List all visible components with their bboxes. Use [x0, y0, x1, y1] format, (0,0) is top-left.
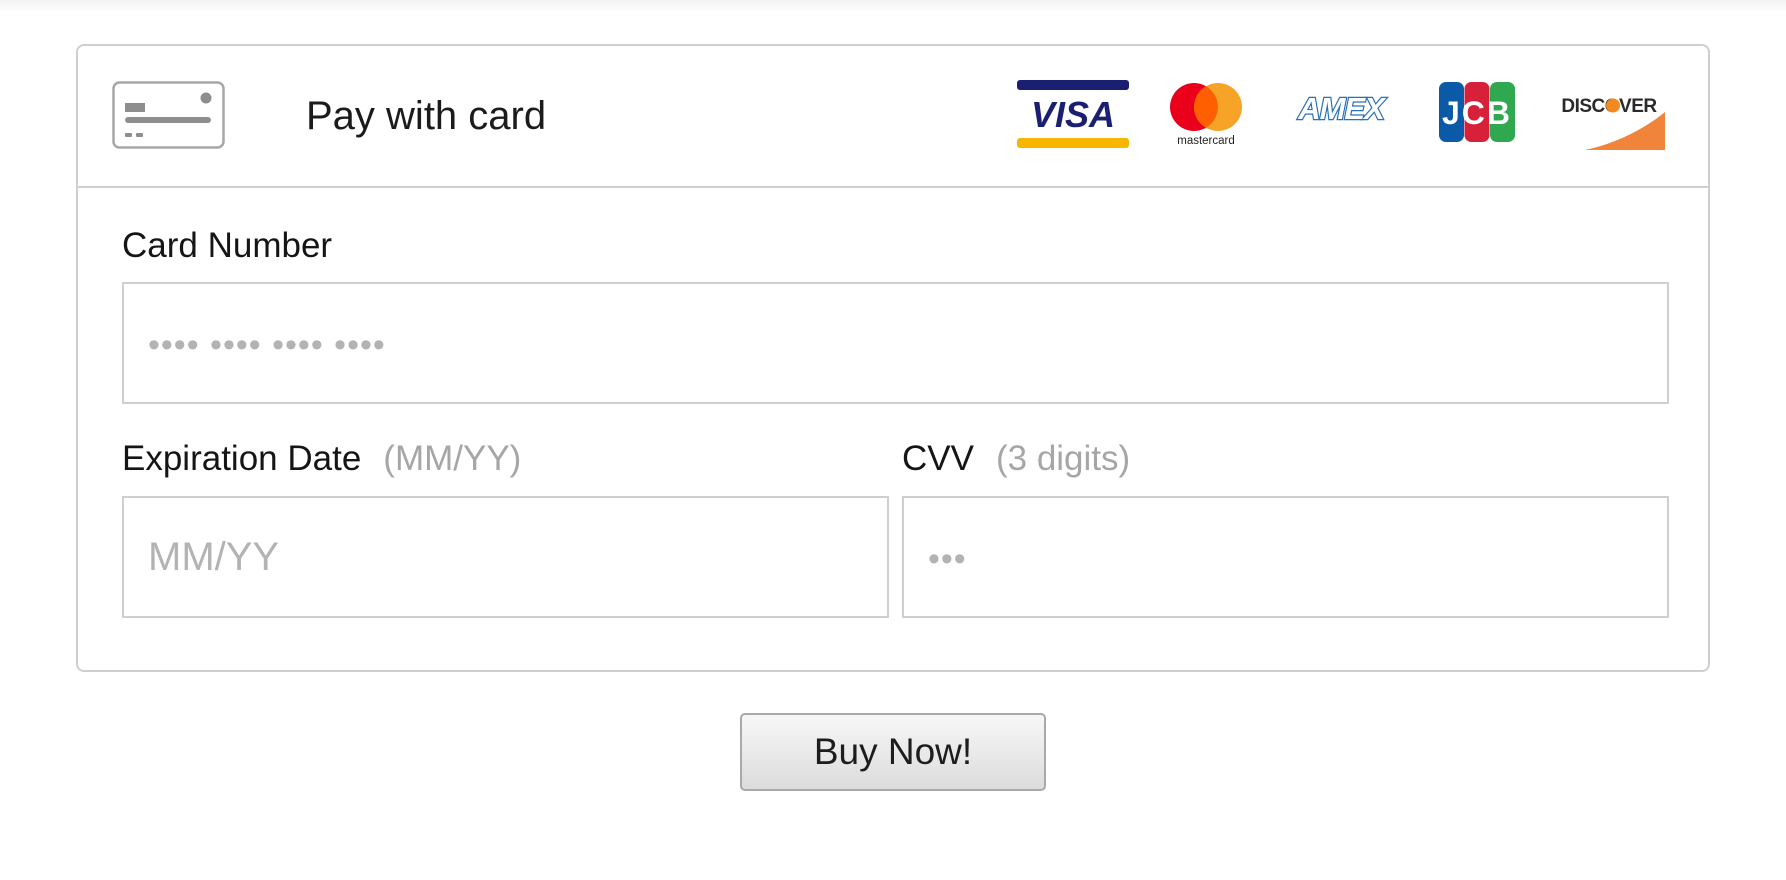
- discover-logo: DISCOVER: [1561, 96, 1665, 150]
- expiration-date-hint: (MM/YY): [383, 439, 522, 478]
- panel-header: Pay with card VISA mastercard AMEX JCB: [78, 46, 1708, 188]
- expiration-date-label: Expiration Date (MM/YY): [122, 439, 522, 478]
- visa-logo: VISA: [1017, 80, 1129, 148]
- cvv-label: CVV (3 digits): [902, 439, 1131, 478]
- svg-text:AMEX: AMEX: [1297, 91, 1387, 126]
- payment-card-panel: Pay with card VISA mastercard AMEX JCB C…: [76, 44, 1710, 672]
- svg-text:VISA: VISA: [1031, 94, 1115, 135]
- cvv-field-wrapper: [902, 496, 1669, 618]
- mastercard-logo: mastercard: [1170, 83, 1242, 147]
- buy-now-button[interactable]: Buy Now!: [740, 713, 1046, 791]
- card-number-field-wrapper: [122, 282, 1669, 404]
- card-number-input[interactable]: [124, 284, 1667, 402]
- credit-card-icon: [112, 81, 225, 149]
- svg-text:JCB: JCB: [1442, 95, 1512, 131]
- expiration-date-input[interactable]: [124, 498, 887, 616]
- top-shade: [0, 0, 1786, 14]
- card-number-label: Card Number: [122, 226, 333, 265]
- cvv-hint: (3 digits): [995, 439, 1131, 478]
- svg-text:mastercard: mastercard: [1177, 135, 1235, 147]
- cvv-input[interactable]: [904, 498, 1667, 616]
- pay-with-card-title: Pay with card: [306, 94, 547, 138]
- jcb-logo: JCB: [1439, 82, 1515, 142]
- amex-logo: AMEX: [1296, 90, 1389, 126]
- expiration-field-wrapper: [122, 496, 889, 618]
